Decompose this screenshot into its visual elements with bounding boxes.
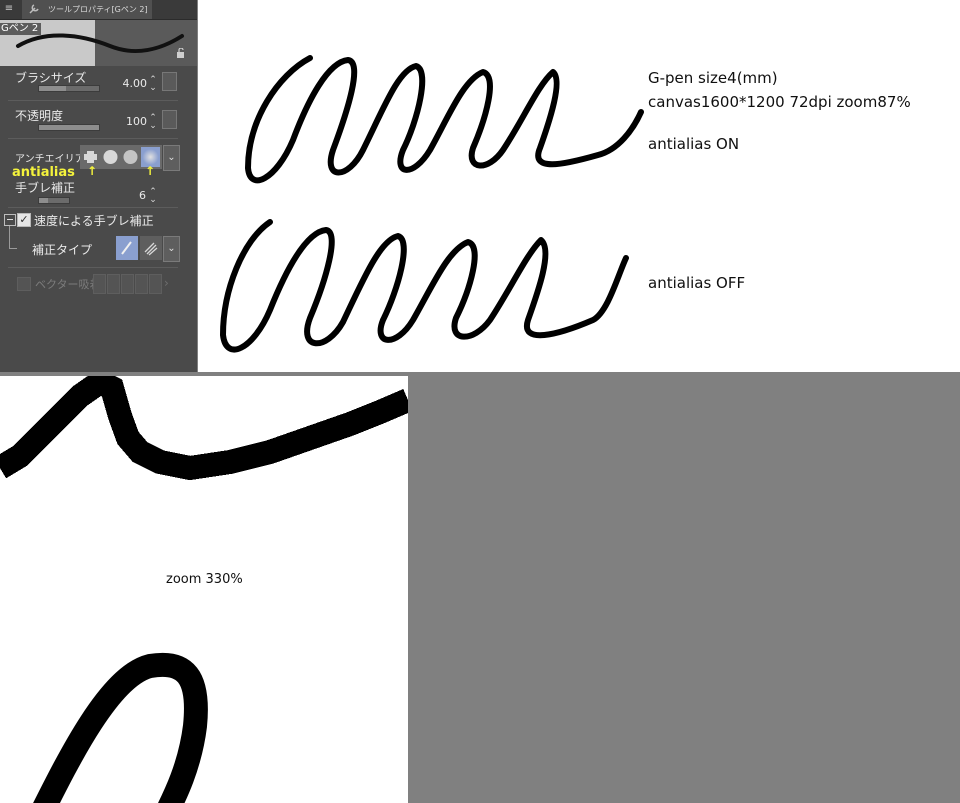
vector-snap-option[interactable] <box>121 274 134 294</box>
wrench-icon <box>29 4 39 14</box>
brush-size-slider[interactable] <box>38 85 100 92</box>
panel-tab-bar: ≡ ツールプロパティ[Gペン 2] <box>0 0 197 20</box>
vector-snap-option[interactable] <box>107 274 120 294</box>
stabilization-type-hatch-icon[interactable] <box>140 236 162 260</box>
opacity-value[interactable]: 100 <box>107 115 147 128</box>
zoom-level-label: zoom 330% <box>166 572 243 587</box>
canvas-comparison[interactable]: G-pen size4(mm) canvas1600*1200 72dpi zo… <box>198 0 960 372</box>
zoomed-canvas[interactable]: zoom 330% <box>0 376 408 803</box>
stabilization-label: 手ブレ補正 <box>15 181 76 195</box>
vector-snap-checkbox[interactable] <box>17 277 31 291</box>
note-canvas-info: canvas1600*1200 72dpi zoom87% <box>648 93 911 111</box>
chevron-down-icon[interactable]: ⌄ <box>163 236 180 262</box>
speed-stabilization-checkbox[interactable]: ✓ <box>17 213 31 227</box>
opacity-spinner[interactable]: ⌃ ⌄ <box>149 114 157 131</box>
stabilization-type-line-icon[interactable] <box>116 236 138 260</box>
brush-preview: Gペン 2 <box>0 20 197 66</box>
antialias-weak-icon[interactable] <box>101 147 120 167</box>
opacity-slider-fill <box>39 125 99 130</box>
brush-size-slider-fill <box>39 86 66 91</box>
opacity-label: 不透明度 <box>15 109 64 123</box>
lock-icon[interactable] <box>176 48 186 58</box>
stabilization-slider[interactable] <box>38 197 70 204</box>
vector-snap-option[interactable] <box>93 274 106 294</box>
annotation-arrow: ↑ <box>145 164 156 178</box>
chevron-down-icon[interactable]: ⌄ <box>163 145 180 171</box>
tab-tool-property[interactable]: ツールプロパティ[Gペン 2] <box>22 0 152 19</box>
divider <box>8 100 178 101</box>
stabilization-value[interactable]: 6 <box>106 189 146 202</box>
vector-snap-option[interactable] <box>149 274 162 294</box>
opacity-pressure-button[interactable] <box>162 110 177 129</box>
tab-bar-empty <box>154 0 197 19</box>
brush-size-spinner[interactable]: ⌃ ⌄ <box>149 76 157 93</box>
speed-stabilization-label: 速度による手ブレ補正 <box>34 214 154 228</box>
brush-size-pressure-button[interactable] <box>162 72 177 91</box>
stroke-antialias-on <box>245 55 644 184</box>
note-antialias-off: antialias OFF <box>648 274 746 292</box>
stabilization-type-label: 補正タイプ <box>32 243 93 257</box>
chevron-right-icon[interactable]: › <box>164 276 169 290</box>
divider <box>8 207 178 208</box>
vector-snap-option[interactable] <box>135 274 148 294</box>
annotation-arrow: ↑ <box>87 164 98 178</box>
stabilization-slider-fill <box>39 198 48 203</box>
note-antialias-on: antialias ON <box>648 135 740 153</box>
zoomed-stroke-aliased <box>0 376 408 481</box>
tree-connector <box>9 226 17 249</box>
empty-workspace <box>408 372 960 803</box>
antialias-medium-icon[interactable] <box>121 147 140 167</box>
stroke-antialias-off <box>220 219 629 353</box>
divider <box>8 138 178 139</box>
zoomed-strokes <box>0 376 408 803</box>
brush-name: Gペン 2 <box>0 23 42 35</box>
collapse-icon[interactable] <box>4 214 16 226</box>
note-pen-size: G-pen size4(mm) <box>648 69 778 87</box>
opacity-slider[interactable] <box>38 124 100 131</box>
tab-title: ツールプロパティ[Gペン 2] <box>48 5 148 14</box>
stabilization-spinner[interactable]: ⌃ ⌄ <box>149 188 157 205</box>
zoomed-stroke-smooth <box>33 652 208 803</box>
tool-property-panel: ≡ ツールプロパティ[Gペン 2] Gペン 2 ブラシサイズ 4.00 ⌃ ⌄ 不… <box>0 0 197 372</box>
antialias-annotation: antialias <box>12 165 75 180</box>
vector-snap-label: ベクター吸着 <box>35 278 101 291</box>
divider <box>8 267 178 268</box>
panel-menu-icon[interactable]: ≡ <box>2 2 16 16</box>
stroke-samples <box>220 55 644 353</box>
brush-size-label: ブラシサイズ <box>15 71 87 85</box>
brush-size-value[interactable]: 4.00 <box>107 77 148 90</box>
